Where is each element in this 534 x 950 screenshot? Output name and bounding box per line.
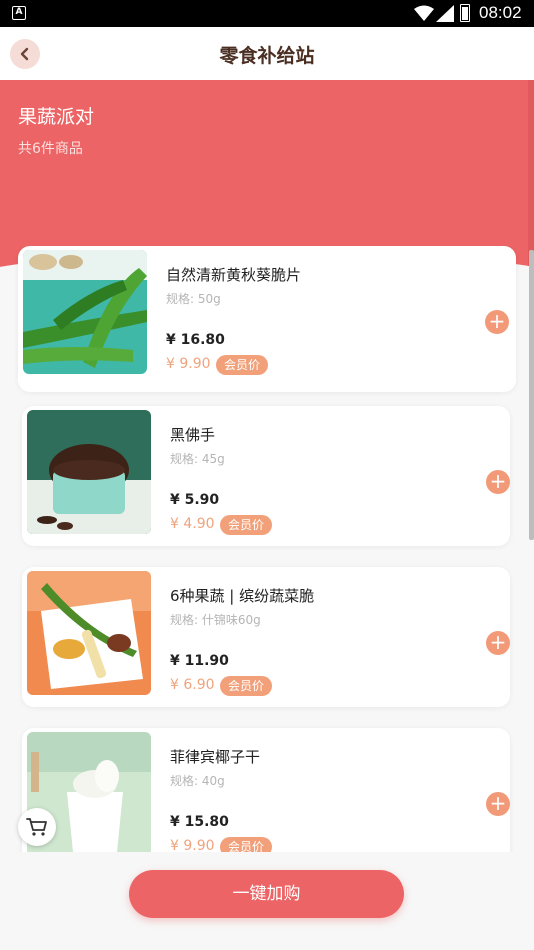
product-image-veggie-crisps — [27, 571, 151, 695]
product-name: 黑佛手 — [170, 426, 216, 444]
product-spec: 规格: 40g — [170, 774, 225, 788]
plus-icon: + — [489, 791, 507, 815]
add-to-cart-button[interactable]: + — [485, 310, 509, 334]
product-image-okra — [23, 250, 147, 374]
cart-button[interactable] — [18, 808, 56, 846]
product-list[interactable]: 自然清新黄秋葵脆片 规格: 50g ¥ 16.80 ¥ 9.90 会员价 + 黑… — [0, 246, 534, 852]
product-card[interactable]: 自然清新黄秋葵脆片 规格: 50g ¥ 16.80 ¥ 9.90 会员价 + — [18, 246, 516, 392]
plus-icon: + — [489, 469, 507, 493]
product-card[interactable]: 黑佛手 规格: 45g ¥ 5.90 ¥ 4.90 会员价 + — [22, 406, 510, 546]
add-to-cart-button[interactable]: + — [486, 470, 510, 494]
banner-subtitle: 共6件商品 — [18, 141, 83, 157]
page-title: 零食补给站 — [219, 45, 315, 67]
title-bar: 零食补给站 — [0, 27, 534, 80]
product-image-black-bergamot — [27, 410, 151, 534]
status-bar: A 08:02 — [0, 0, 534, 27]
member-badge: 会员价 — [220, 837, 273, 852]
plus-icon: + — [488, 309, 506, 333]
product-spec: 规格: 45g — [170, 452, 225, 466]
battery-icon — [460, 4, 470, 22]
product-spec: 规格: 什锦味60g — [170, 613, 261, 627]
product-name: 6种果蔬 | 缤纷蔬菜脆 — [170, 587, 315, 605]
app-indicator-icon: A — [12, 6, 26, 20]
product-price: ¥ 15.80 — [170, 814, 229, 830]
member-price: ¥ 9.90 — [170, 838, 215, 852]
product-spec: 规格: 50g — [166, 292, 221, 306]
member-price: ¥ 9.90 — [166, 356, 211, 372]
add-to-cart-button[interactable]: + — [486, 631, 510, 655]
plus-icon: + — [489, 630, 507, 654]
product-card[interactable]: 6种果蔬 | 缤纷蔬菜脆 规格: 什锦味60g ¥ 11.90 ¥ 6.90 会… — [22, 567, 510, 707]
member-price: ¥ 4.90 — [170, 516, 215, 532]
banner-title: 果蔬派对 — [18, 106, 95, 128]
product-price: ¥ 11.90 — [170, 653, 229, 669]
member-badge: 会员价 — [220, 676, 273, 696]
member-badge: 会员价 — [216, 355, 269, 375]
add-to-cart-button[interactable]: + — [486, 792, 510, 816]
cart-icon — [26, 818, 47, 836]
signal-icon — [436, 5, 454, 22]
status-time: 08:02 — [479, 3, 522, 22]
product-price: ¥ 16.80 — [166, 332, 225, 348]
product-card[interactable]: 菲律宾椰子干 规格: 40g ¥ 15.80 ¥ 9.90 会员价 + — [22, 728, 510, 852]
member-badge: 会员价 — [220, 515, 273, 535]
wifi-icon — [414, 5, 434, 21]
one-click-add-button[interactable]: 一键加购 — [129, 870, 404, 918]
member-price: ¥ 6.90 — [170, 677, 215, 693]
product-name: 菲律宾椰子干 — [170, 748, 261, 766]
scrollbar[interactable] — [529, 250, 534, 540]
product-name: 自然清新黄秋葵脆片 — [166, 266, 302, 284]
product-price: ¥ 5.90 — [170, 492, 220, 508]
